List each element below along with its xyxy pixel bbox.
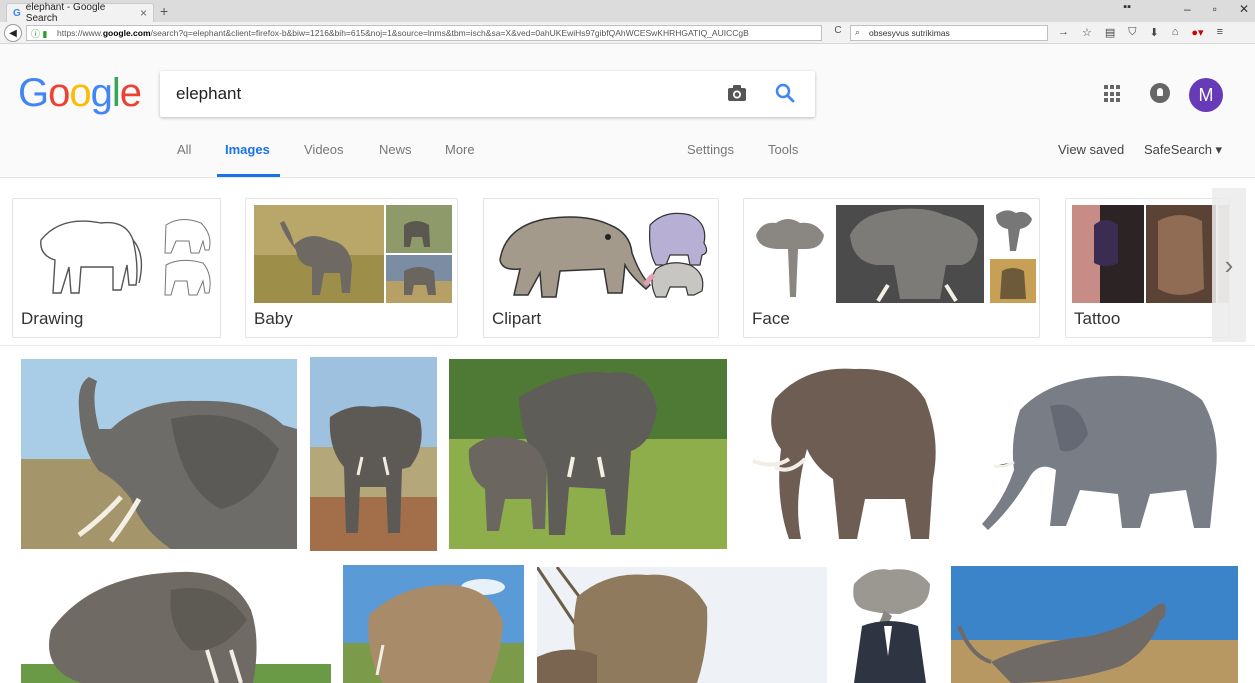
logo-letter: o <box>69 71 91 115</box>
tab-all[interactable]: All <box>177 142 191 157</box>
image-result[interactable] <box>449 359 727 549</box>
chip-thumbnail <box>1072 205 1229 303</box>
lock-icon: ⓘ ▮ <box>31 29 48 39</box>
tab-strip: G elephant - Google Search × + ▪▪ – ▫ ✕ <box>0 0 1255 24</box>
pocket-icon[interactable]: ⛉ <box>1128 26 1136 39</box>
active-tab-indicator <box>217 174 280 177</box>
image-result[interactable] <box>537 567 827 683</box>
search-icon: ⌕ <box>855 27 861 37</box>
tab-title: elephant - Google Search <box>25 2 106 24</box>
related-chip-tattoo[interactable]: Tattoo <box>1065 198 1230 338</box>
toolbar-icons: → ☆ ▤ ⛉ ⬇ ⌂ ●▾ ≡ <box>1058 26 1223 39</box>
search-box[interactable]: elephant <box>160 71 815 117</box>
tab-news[interactable]: News <box>379 142 412 157</box>
new-tab-button[interactable]: + <box>160 3 168 19</box>
browser-tab[interactable]: G elephant - Google Search × <box>6 2 154 24</box>
google-header: Google elephant M All Images Videos News… <box>0 44 1255 178</box>
notifications-bell-icon[interactable] <box>1150 83 1170 103</box>
close-tab-icon[interactable]: × <box>140 6 147 20</box>
address-bar[interactable]: ⓘ ▮ https://www.google.com/search?q=elep… <box>26 25 822 41</box>
download-icon[interactable]: ⬇ <box>1150 26 1159 39</box>
logo-letter: l <box>111 71 121 115</box>
reader-icon[interactable]: ▤ <box>1105 26 1115 39</box>
browser-search-text: obsesyvus sutrikimas <box>869 28 950 38</box>
logo-letter: o <box>48 71 70 115</box>
related-chip-baby[interactable]: Baby <box>245 198 458 338</box>
tab-tools[interactable]: Tools <box>768 142 798 157</box>
avatar[interactable]: M <box>1189 78 1223 112</box>
bookmark-star-icon[interactable]: ☆ <box>1082 26 1092 39</box>
chip-label: Clipart <box>492 309 542 328</box>
close-window-button[interactable]: ✕ <box>1239 2 1249 16</box>
chip-thumbnail <box>490 205 714 303</box>
logo-letter: e <box>119 71 142 115</box>
forward-icon[interactable]: → <box>1058 26 1069 39</box>
image-result[interactable] <box>343 565 524 683</box>
chip-label: Tattoo <box>1074 309 1121 328</box>
minimize-button[interactable]: – <box>1184 2 1191 16</box>
image-result[interactable] <box>980 370 1230 540</box>
chip-thumbnail <box>254 205 452 303</box>
logo-letter: G <box>18 71 49 115</box>
tab-more[interactable]: More <box>445 142 475 157</box>
related-chip-drawing[interactable]: Drawing <box>12 198 221 338</box>
chevron-right-icon[interactable]: › <box>1212 188 1246 342</box>
camera-icon[interactable] <box>727 84 747 102</box>
chip-thumbnail <box>21 205 217 303</box>
image-result[interactable] <box>310 357 437 551</box>
maximize-button[interactable]: ▫ <box>1213 2 1217 16</box>
home-icon[interactable]: ⌂ <box>1172 26 1179 39</box>
browser-search-input[interactable]: ⌕ obsesyvus sutrikimas <box>850 25 1048 41</box>
nav-toolbar: ◀ ⓘ ▮ https://www.google.com/search?q=el… <box>0 22 1255 44</box>
image-result[interactable] <box>21 570 331 683</box>
adblock-icon[interactable]: ●▾ <box>1191 26 1203 39</box>
url-domain: google.com <box>102 28 151 38</box>
related-chip-face[interactable]: Face <box>743 198 1040 338</box>
google-favicon-icon: G <box>13 7 21 19</box>
window-controls: ▪▪ – ▫ ✕ <box>1123 1 1249 16</box>
related-chip-clipart[interactable]: Clipart <box>483 198 719 338</box>
logo-letter: g <box>90 71 113 115</box>
search-input[interactable]: elephant <box>176 84 241 104</box>
search-icon[interactable] <box>774 82 796 104</box>
google-logo[interactable]: Google <box>18 71 142 116</box>
chip-label: Drawing <box>21 309 84 328</box>
image-result[interactable] <box>951 566 1238 683</box>
back-arrow-icon[interactable]: ◀ <box>4 24 22 42</box>
chip-label: Face <box>752 309 790 328</box>
apps-grid-icon[interactable] <box>1104 85 1122 103</box>
url-prefix: https://www. <box>57 28 103 38</box>
image-result[interactable] <box>745 359 947 549</box>
image-result[interactable] <box>21 359 297 549</box>
tab-overflow-icon[interactable]: ▪▪ <box>1123 1 1131 13</box>
safesearch-toggle[interactable]: SafeSearch ▾ <box>1144 142 1222 158</box>
chip-label: Baby <box>254 309 293 328</box>
tab-videos[interactable]: Videos <box>304 142 344 157</box>
tab-settings[interactable]: Settings <box>687 142 734 157</box>
image-result[interactable] <box>840 566 936 683</box>
chip-thumbnail <box>750 205 1036 303</box>
search-tabs: All Images Videos News More Settings Too… <box>0 140 1255 178</box>
view-saved-link[interactable]: View saved <box>1058 142 1124 157</box>
url-path: /search?q=elephant&client=firefox-b&biw=… <box>150 28 749 38</box>
menu-icon[interactable]: ≡ <box>1217 26 1223 39</box>
related-searches: Drawing Baby Clipart Face Tattoo › <box>0 186 1255 346</box>
reload-icon[interactable]: C <box>828 25 848 41</box>
tab-images[interactable]: Images <box>225 142 270 157</box>
browser-chrome: G elephant - Google Search × + ▪▪ – ▫ ✕ … <box>0 0 1255 44</box>
